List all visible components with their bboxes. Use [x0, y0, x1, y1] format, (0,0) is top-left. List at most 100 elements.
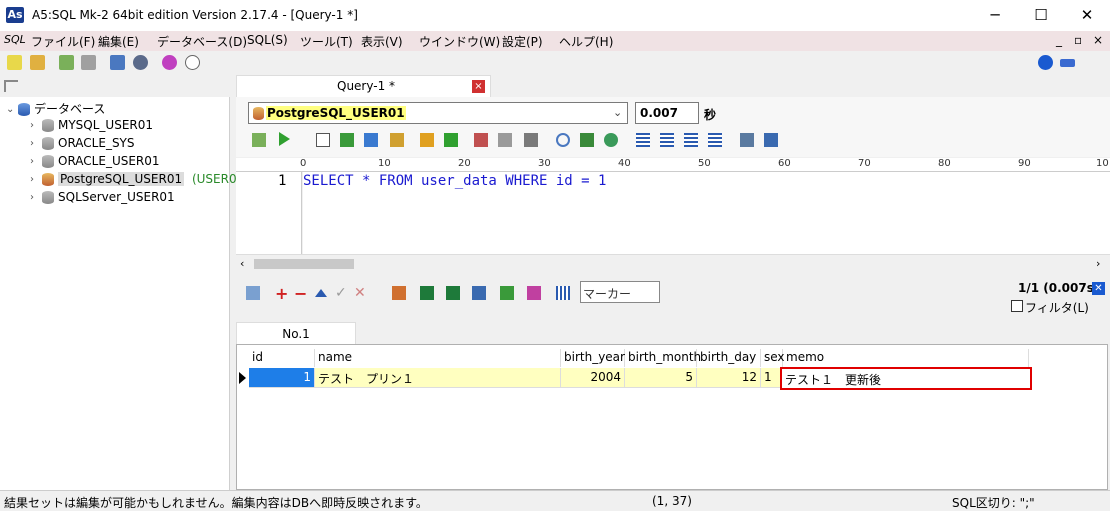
- menu-help[interactable]: ヘルプ(H): [559, 33, 613, 50]
- column-header-name[interactable]: name: [315, 349, 561, 367]
- menu-edit[interactable]: 編集(E): [98, 33, 139, 50]
- gear-icon[interactable]: [133, 55, 148, 70]
- format-icon[interactable]: [740, 133, 754, 147]
- tree-item-oracle-user[interactable]: › ORACLE_USER01: [30, 154, 160, 172]
- comment-icon[interactable]: [764, 133, 778, 147]
- menu-view[interactable]: 表示(V): [361, 33, 403, 50]
- table-cell[interactable]: 2004: [561, 368, 625, 388]
- delete-row-icon[interactable]: −: [294, 284, 307, 303]
- result-tab-1[interactable]: No.1: [236, 322, 356, 344]
- align-left-icon[interactable]: [636, 133, 650, 147]
- menu-database[interactable]: データベース(D): [157, 33, 247, 50]
- close-button[interactable]: ✕: [1064, 0, 1110, 31]
- search-icon[interactable]: [556, 133, 570, 147]
- tree-item-postgresql[interactable]: › PostgreSQL_USER01 (USER01): [30, 172, 249, 190]
- keyboard-icon[interactable]: [1060, 59, 1075, 67]
- tree-item-oracle-sys[interactable]: › ORACLE_SYS: [30, 136, 135, 154]
- close-result-icon[interactable]: ✕: [1092, 282, 1105, 295]
- mdi-close-button[interactable]: ×: [1093, 33, 1103, 47]
- copy-result-icon[interactable]: [472, 286, 486, 300]
- replace-icon[interactable]: [580, 133, 594, 147]
- mdi-restore-button[interactable]: ▫: [1074, 33, 1082, 47]
- jump-icon[interactable]: [604, 133, 618, 147]
- outdent-icon[interactable]: [708, 133, 722, 147]
- tree-root[interactable]: ⌄ データベース: [6, 100, 105, 118]
- grid-view-icon[interactable]: [556, 286, 570, 300]
- sql-code-line[interactable]: SELECT * FROM user_data WHERE id = 1: [303, 173, 606, 189]
- copy-icon[interactable]: [498, 133, 512, 147]
- chevron-right-icon[interactable]: ›: [30, 192, 42, 203]
- menu-window[interactable]: ウインドウ(W): [419, 33, 500, 50]
- record-icon[interactable]: [246, 286, 260, 300]
- chevron-right-icon[interactable]: ›: [30, 156, 42, 167]
- column-header-id[interactable]: id: [249, 349, 315, 367]
- er-diagram-icon[interactable]: [162, 55, 177, 70]
- connection-select[interactable]: PostgreSQL_USER01 ⌄: [248, 102, 628, 124]
- tree-item-sqlserver[interactable]: › SQLServer_USER01: [30, 190, 175, 208]
- current-row-indicator-icon: [239, 372, 246, 384]
- run-query-icon[interactable]: [527, 286, 541, 300]
- new-file-icon[interactable]: [7, 55, 22, 70]
- column-header-memo[interactable]: memo: [783, 349, 1029, 367]
- scroll-thumb[interactable]: [254, 259, 354, 269]
- undo-icon[interactable]: [420, 133, 434, 147]
- run-abc-icon[interactable]: [340, 133, 354, 147]
- run-csv-icon[interactable]: [364, 133, 378, 147]
- excel-icon[interactable]: [420, 286, 434, 300]
- mdi-minimize-button[interactable]: _: [1056, 33, 1062, 47]
- column-header-sex[interactable]: sex: [761, 349, 785, 367]
- marker-input[interactable]: マーカー: [580, 281, 660, 303]
- column-header-birth-month[interactable]: birth_month: [625, 349, 701, 367]
- menu-file[interactable]: ファイル(F): [31, 33, 95, 50]
- cut-icon[interactable]: [474, 133, 488, 147]
- clock-icon[interactable]: [185, 55, 200, 70]
- add-row-icon[interactable]: +: [275, 284, 288, 303]
- paste-icon[interactable]: [524, 133, 538, 147]
- table-cell[interactable]: テスト プリン１: [315, 368, 561, 388]
- move-up-icon[interactable]: [315, 289, 327, 297]
- table-cell[interactable]: 12: [697, 368, 761, 388]
- scroll-left-icon[interactable]: ‹: [240, 257, 244, 270]
- minimize-button[interactable]: ─: [972, 0, 1018, 31]
- line-number-gutter: 1: [236, 172, 302, 254]
- tree-toggle-icon[interactable]: [4, 80, 18, 92]
- execute-all-icon[interactable]: [252, 133, 266, 147]
- run-icon[interactable]: [279, 132, 290, 146]
- database-disconnect-icon[interactable]: [81, 55, 96, 70]
- table-cell[interactable]: 1: [249, 368, 315, 388]
- excel-all-icon[interactable]: [446, 286, 460, 300]
- menu-sql[interactable]: SQL(S): [247, 33, 288, 47]
- chevron-right-icon[interactable]: ›: [30, 138, 42, 149]
- column-header-birth-day[interactable]: birth_day: [697, 349, 761, 367]
- column-header-birth-year[interactable]: birth_year: [561, 349, 625, 367]
- editor-horizontal-scrollbar[interactable]: ‹ ›: [236, 254, 1110, 272]
- database-connect-icon[interactable]: [59, 55, 74, 70]
- maximize-button[interactable]: ☐: [1018, 0, 1064, 31]
- commit-icon[interactable]: ✓: [335, 285, 347, 301]
- menu-tools[interactable]: ツール(T): [300, 33, 353, 50]
- menu-settings[interactable]: 設定(P): [502, 33, 543, 50]
- help-icon[interactable]: [1038, 55, 1053, 70]
- redo-icon[interactable]: [444, 133, 458, 147]
- tab-query-1[interactable]: Query-1 * ×: [236, 75, 491, 97]
- export-icon[interactable]: [392, 286, 406, 300]
- table-cell-editing[interactable]: テスト１ 更新後: [780, 367, 1032, 390]
- chevron-down-icon[interactable]: ⌄: [6, 104, 18, 115]
- filter-checkbox[interactable]: [1011, 300, 1023, 312]
- chevron-down-icon[interactable]: ⌄: [613, 106, 622, 119]
- open-folder-icon[interactable]: [30, 55, 45, 70]
- tree-item-mysql[interactable]: › MYSQL_USER01: [30, 118, 153, 136]
- stop-icon[interactable]: [316, 133, 330, 147]
- cancel-icon[interactable]: ✕: [354, 285, 366, 301]
- run-abc-icon[interactable]: [500, 286, 514, 300]
- chevron-right-icon[interactable]: ›: [30, 174, 42, 185]
- sql-editor[interactable]: SELECT * FROM user_data WHERE id = 1: [303, 172, 1110, 254]
- chevron-right-icon[interactable]: ›: [30, 120, 42, 131]
- run-query-icon[interactable]: [390, 133, 404, 147]
- table-cell[interactable]: 5: [625, 368, 697, 388]
- indent-icon[interactable]: [684, 133, 698, 147]
- scroll-right-icon[interactable]: ›: [1096, 257, 1100, 270]
- database-list-icon[interactable]: [110, 55, 125, 70]
- tab-close-icon[interactable]: ×: [472, 80, 485, 93]
- wrap-icon[interactable]: [660, 133, 674, 147]
